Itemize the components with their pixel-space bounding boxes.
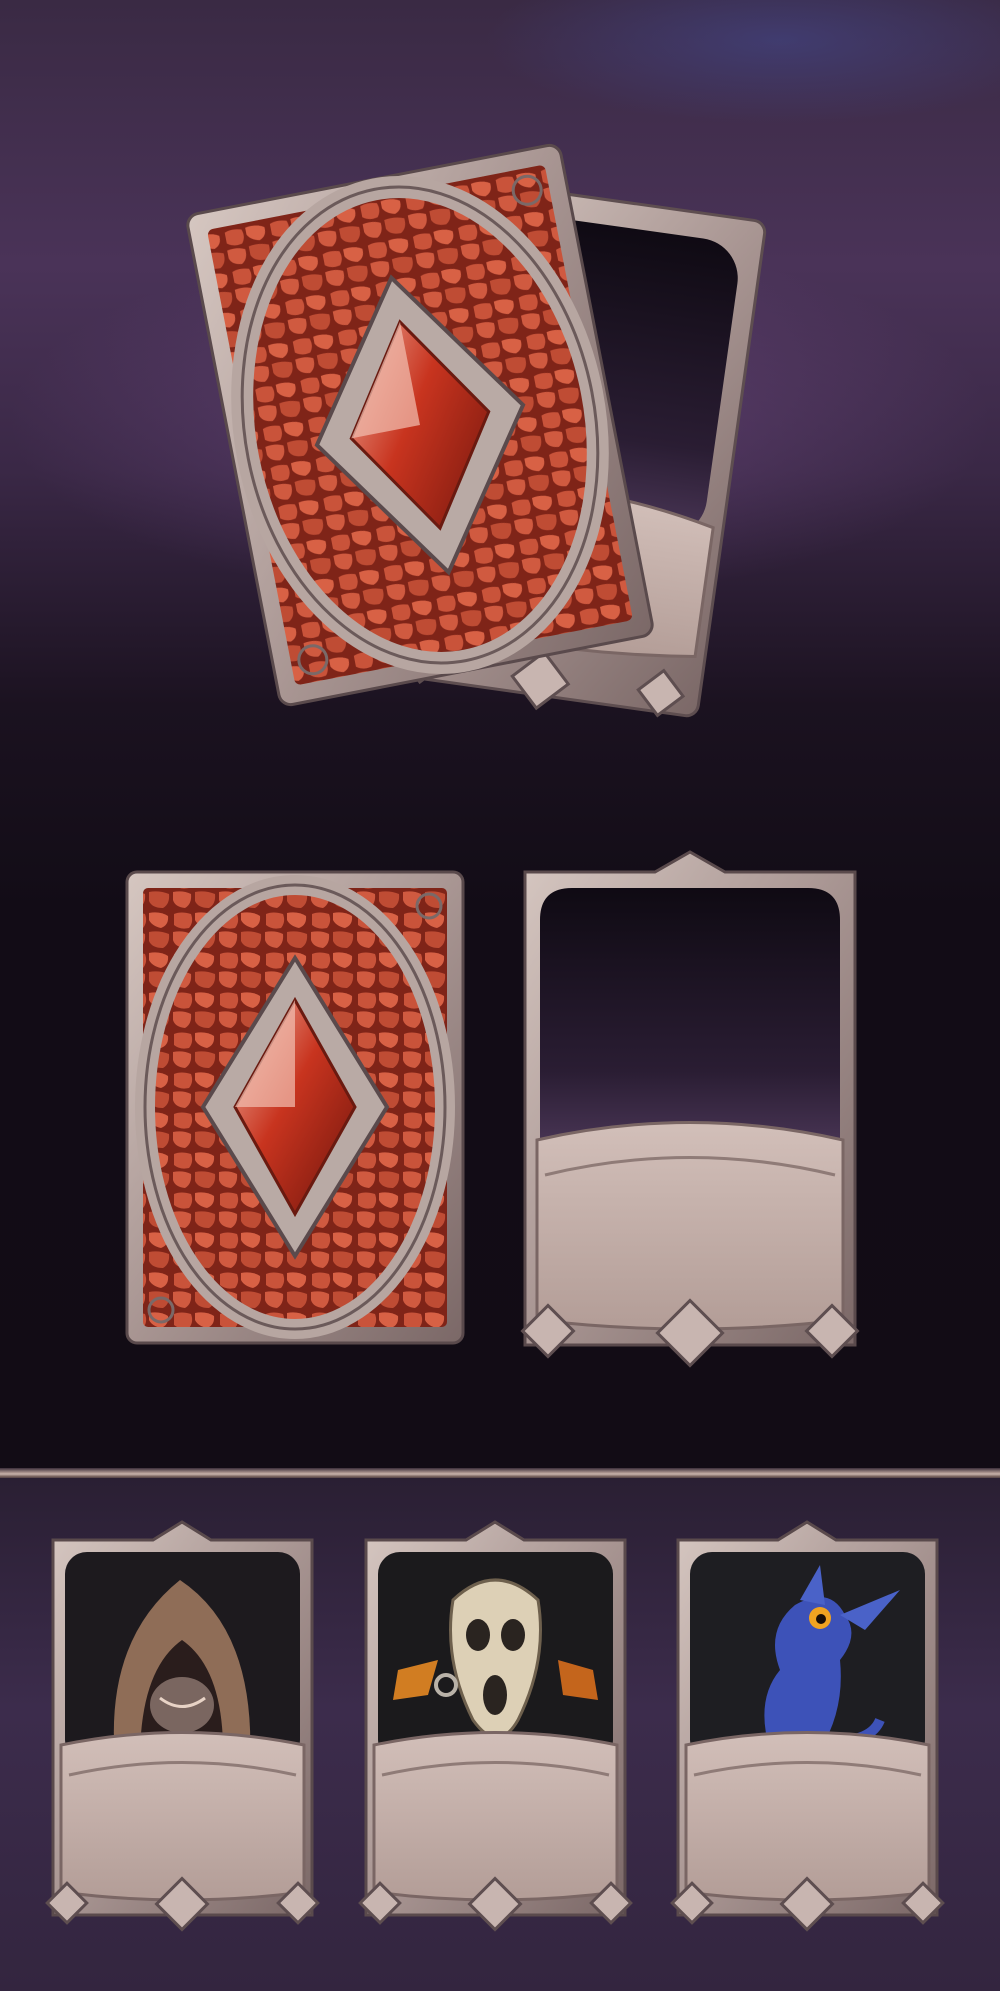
character-card-baby-dragon <box>670 1520 945 1932</box>
flat-card-frame <box>520 850 860 1368</box>
character-card-skull-mask <box>358 1520 633 1932</box>
showcase-card-back <box>186 143 654 707</box>
character-card-hooded-mage <box>45 1520 320 1932</box>
flat-card-back <box>125 870 465 1345</box>
